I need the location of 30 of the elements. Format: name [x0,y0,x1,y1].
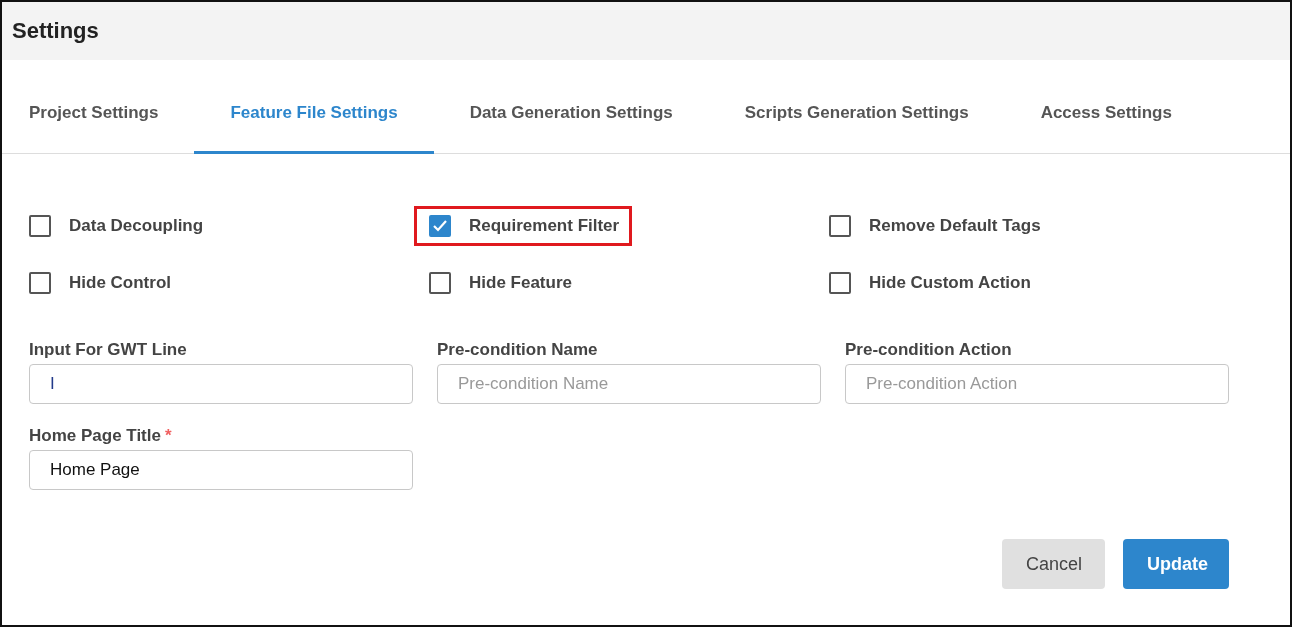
input-field[interactable]: Home Page [29,450,413,490]
checkmark-icon [432,219,448,233]
checkbox-label: Hide Control [69,273,171,293]
required-mark: * [164,426,172,445]
tab[interactable]: Access Settings [1004,60,1208,154]
checkbox-label: Hide Feature [469,273,572,293]
field-label: Home Page Title * [29,426,173,446]
field-label: Input For GWT Line [29,340,188,360]
checkbox[interactable] [29,215,51,237]
checkbox[interactable] [429,215,451,237]
input-field[interactable]: Pre-condition Action [845,364,1229,404]
tab[interactable]: Scripts Generation Settings [708,60,1005,154]
tab[interactable]: Project Settings [2,60,195,154]
update-button[interactable]: Update [1123,539,1229,589]
checkbox-label: Requirement Filter [469,216,620,236]
input-field[interactable]: I [29,364,413,404]
checkbox-label: Hide Custom Action [869,273,1031,293]
field-label: Pre-condition Name [437,340,599,360]
input-field[interactable]: Pre-condition Name [437,364,821,404]
window-title: Settings [12,18,99,44]
checkbox[interactable] [829,272,851,294]
checkbox[interactable] [29,272,51,294]
cancel-button[interactable]: Cancel [1002,539,1105,589]
checkbox-label: Remove Default Tags [869,216,1041,236]
tab[interactable]: Feature File Settings [194,60,434,154]
tab[interactable]: Data Generation Settings [433,60,709,154]
field-label: Pre-condition Action [845,340,1013,360]
checkbox[interactable] [429,272,451,294]
checkbox[interactable] [829,215,851,237]
checkbox-label: Data Decoupling [69,216,204,236]
